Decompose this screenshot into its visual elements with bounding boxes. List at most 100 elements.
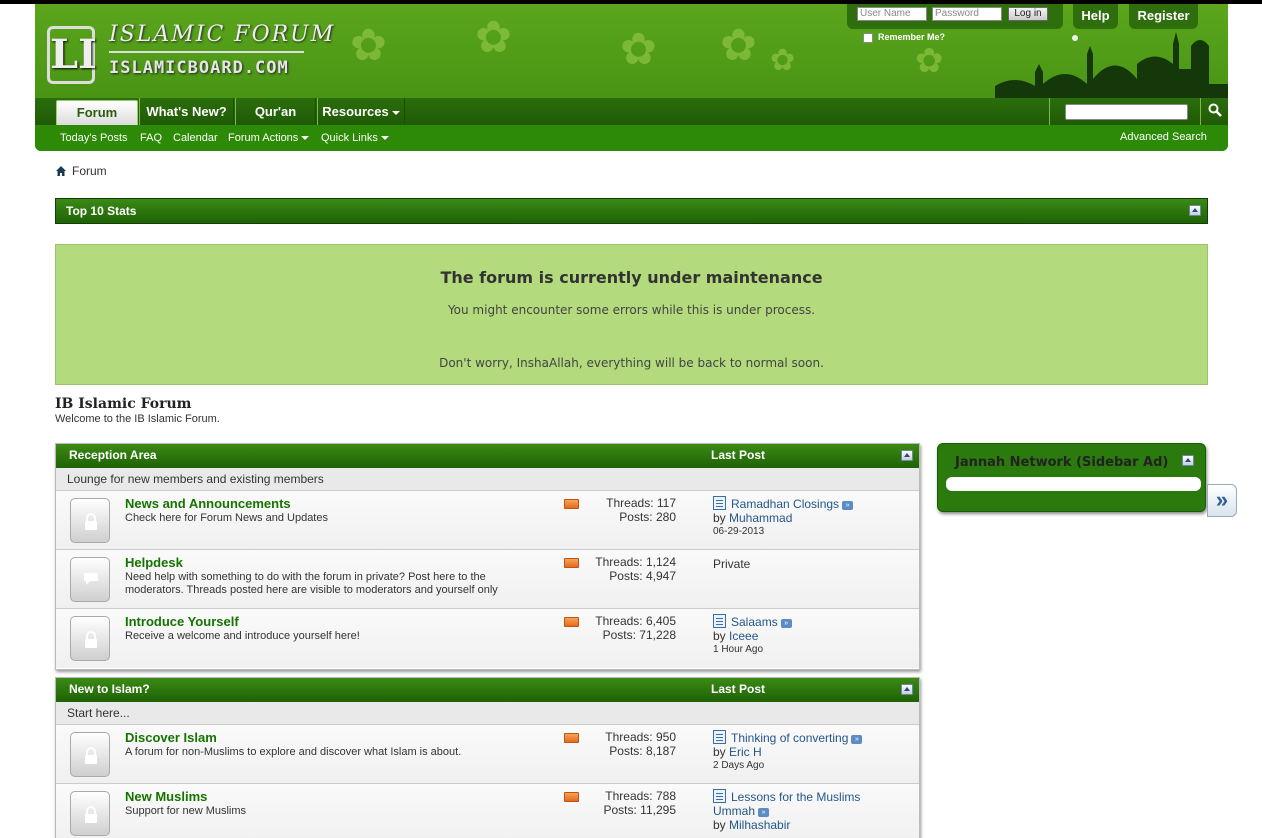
last-post-title[interactable]: Thinking of converting [731, 731, 848, 745]
forum-title: IB Islamic Forum [55, 396, 192, 412]
remember-me-checkbox[interactable] [863, 32, 873, 43]
quick-links-label: Quick Links [321, 132, 378, 144]
tab-quran[interactable]: Qur'an [235, 98, 316, 125]
forum-name[interactable]: News and Announcements [125, 496, 291, 511]
forum-actions-menu[interactable]: Forum Actions [228, 132, 310, 144]
forum-name[interactable]: Introduce Yourself [125, 614, 239, 629]
mosque-silhouette-icon [995, 32, 1228, 99]
chevron-down-icon [301, 136, 310, 141]
last-post-user[interactable]: Milhashabir [729, 818, 790, 832]
threads-count: Threads: 1,124 [595, 555, 676, 569]
logo-subtitle[interactable]: ISLAMICBOARD.COM [109, 58, 289, 78]
login-button[interactable]: Log in [1008, 7, 1048, 21]
threads-count: Threads: 6,405 [595, 614, 676, 628]
chevron-down-icon [391, 110, 400, 115]
faq-link[interactable]: FAQ [140, 132, 162, 144]
collapse-icon[interactable] [901, 684, 913, 695]
help-button[interactable]: Help [1073, 4, 1118, 29]
top-stats-bar[interactable]: Top 10 Stats [55, 198, 1208, 224]
password-field[interactable]: Password [932, 7, 1002, 21]
search-input[interactable] [1065, 104, 1188, 120]
tab-whats-new[interactable]: What's New? [139, 98, 234, 125]
last-post-by: by [713, 745, 730, 759]
forum-stats: Threads: 1,124 Posts: 4,947 [581, 555, 676, 583]
tab-resources[interactable]: Resources [317, 98, 405, 125]
forum-description: Support for new Muslims [125, 805, 247, 817]
category-new-to-islam: New to Islam? Last Post Start here... Di… [55, 677, 920, 838]
forum-description: Check here for Forum News and Updates [125, 512, 328, 524]
remember-me[interactable]: Remember Me? [863, 32, 945, 43]
go-to-post-icon[interactable]: » [780, 619, 792, 628]
notice-title: The forum is currently under maintenance [440, 268, 823, 287]
calendar-link[interactable]: Calendar [173, 132, 218, 144]
forum-description: Need help with something to do with the … [125, 571, 498, 596]
last-post-title[interactable]: Ramadhan Closings [731, 497, 839, 511]
lock-icon [70, 791, 110, 836]
category-title[interactable]: New to Islam? [69, 678, 150, 701]
category-title[interactable]: Reception Area [69, 444, 157, 467]
last-post-by: by [713, 629, 730, 643]
rss-icon[interactable] [564, 792, 579, 802]
collapse-icon[interactable] [901, 450, 913, 461]
go-to-post-icon[interactable]: » [758, 808, 770, 817]
login-box: User Name Password Log in [847, 4, 1063, 29]
quick-links-menu[interactable]: Quick Links [321, 132, 389, 144]
last-post-date: 1 Hour Ago [713, 644, 764, 655]
forum-row: Introduce Yourself Receive a welcome and… [56, 609, 919, 668]
last-post-by: by [713, 511, 730, 525]
lock-icon [70, 732, 110, 777]
last-post: Ramadhan Closings» by Muhammad 06-29-201… [713, 496, 913, 539]
home-icon[interactable] [55, 165, 67, 177]
username-field[interactable]: User Name [857, 7, 927, 21]
forum-description: Receive a welcome and introduce yourself… [125, 630, 360, 642]
todays-posts-link[interactable]: Today's Posts [60, 132, 128, 144]
posts-count: Posts: 11,295 [603, 803, 677, 817]
chevron-down-icon [380, 136, 389, 141]
forum-stats: Threads: 117 Posts: 280 [581, 496, 676, 524]
logo-mark[interactable]: LI [47, 26, 97, 84]
thread-icon [713, 614, 726, 628]
lock-icon [70, 616, 110, 661]
collapse-icon[interactable] [1182, 455, 1194, 466]
forum-name[interactable]: New Muslims [125, 789, 207, 804]
threads-count: Threads: 117 [606, 496, 676, 510]
notice-line-2: Don't worry, InshaAllah, everything will… [439, 356, 824, 370]
sidebar-ad-block: Jannah Network (Sidebar Ad) [937, 443, 1206, 512]
forum-description: Welcome to the IB Islamic Forum. [55, 413, 220, 425]
tab-forum[interactable]: Forum [56, 100, 138, 125]
forum-row: New Muslims Support for new Muslims Thre… [56, 784, 919, 838]
last-post-date: 2 Days Ago [713, 760, 765, 771]
last-post: Salaams» by Iceee 1 Hour Ago [713, 614, 913, 657]
register-button[interactable]: Register [1129, 4, 1198, 29]
rss-icon[interactable] [564, 617, 579, 627]
advanced-search-link[interactable]: Advanced Search [1120, 131, 1207, 143]
rss-icon[interactable] [564, 733, 579, 743]
collapse-icon[interactable] [1189, 205, 1201, 216]
last-post-user[interactable]: Muhammad [729, 511, 792, 525]
last-post-header: Last Post [711, 682, 766, 696]
posts-count: Posts: 71,228 [602, 628, 676, 642]
thread-icon [713, 496, 726, 510]
forum-name[interactable]: Discover Islam [125, 730, 217, 745]
search-icon[interactable] [1201, 98, 1228, 125]
sidebar-toggle-icon[interactable]: » [1207, 484, 1237, 517]
forum-actions-label: Forum Actions [228, 132, 299, 144]
last-post-user[interactable]: Iceee [729, 629, 758, 643]
forum-name[interactable]: Helpdesk [125, 555, 183, 570]
last-post-by: by [713, 818, 730, 832]
go-to-post-icon[interactable]: » [842, 501, 854, 510]
forum-row: Discover Islam A forum for non-Muslims t… [56, 725, 919, 784]
last-post-user[interactable]: Eric H [729, 745, 762, 759]
last-post-title[interactable]: Salaams [731, 615, 778, 629]
rss-icon[interactable] [564, 558, 579, 568]
forum-description: A forum for non-Muslims to explore and d… [125, 746, 462, 758]
rss-icon[interactable] [564, 499, 579, 509]
go-to-post-icon[interactable]: » [851, 735, 863, 744]
logo-title[interactable]: ISLAMIC FORUM [109, 22, 335, 47]
last-post-title-continued[interactable]: Ummah [713, 804, 755, 818]
site-header: ✿ ✿ ✿ ✿ ✿ ✿ LI ISLAMIC FORUM ISLAMICBOAR… [35, 4, 1228, 151]
last-post-title[interactable]: Lessons for the Muslims [731, 790, 860, 804]
threads-count: Threads: 788 [605, 789, 676, 803]
thread-icon [713, 730, 726, 744]
breadcrumb-forum[interactable]: Forum [72, 164, 107, 178]
